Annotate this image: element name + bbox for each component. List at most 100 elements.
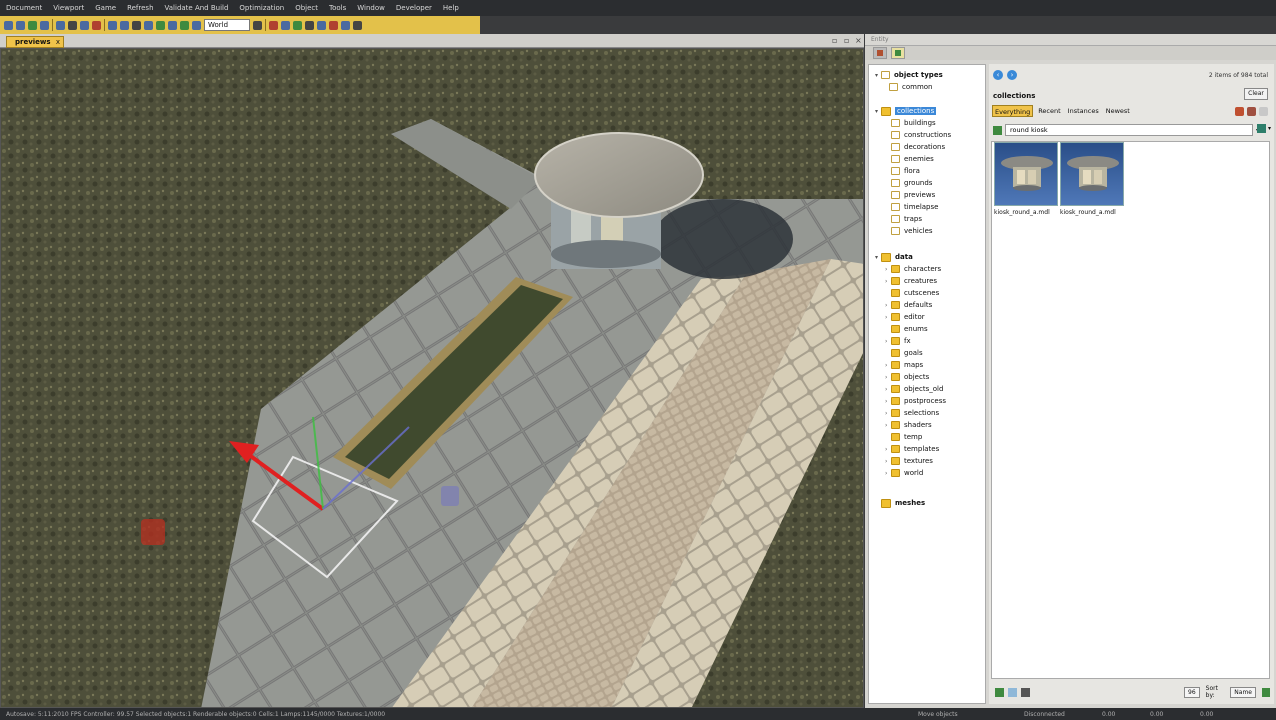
tree-view-icon[interactable] [995, 687, 1004, 697]
stop-icon[interactable] [68, 20, 77, 30]
tab-recent[interactable]: Recent [1036, 105, 1062, 117]
menu-object[interactable]: Object [295, 4, 318, 12]
tree-item[interactable]: traps [891, 213, 922, 225]
tree-item[interactable]: goals [885, 347, 923, 359]
tree-item[interactable]: › world [885, 467, 923, 479]
tree-item[interactable]: previews [891, 189, 935, 201]
select-icon[interactable] [132, 20, 141, 30]
gear-icon[interactable] [341, 20, 350, 30]
list-view-icon[interactable] [1021, 687, 1030, 697]
tab-browser[interactable] [891, 47, 905, 59]
tree-item[interactable]: › maps [885, 359, 923, 371]
tree-item[interactable]: › creatures [885, 275, 937, 287]
redo-icon[interactable] [120, 20, 129, 30]
forward-icon[interactable]: › [1007, 70, 1017, 80]
status-value: 0.00 [1150, 711, 1164, 718]
tree-item[interactable]: › fx [885, 335, 911, 347]
tree-object-types[interactable]: ▾ object types [875, 69, 943, 81]
tree-item[interactable]: buildings [891, 117, 936, 129]
minimize-icon[interactable]: ▫ [832, 36, 837, 45]
tree-item[interactable]: › selections [885, 407, 939, 419]
save-icon[interactable] [28, 20, 37, 30]
grid-icon[interactable] [192, 20, 201, 30]
new-icon[interactable] [4, 20, 13, 30]
refresh-icon[interactable] [80, 20, 89, 30]
tree-item[interactable]: timelapse [891, 201, 938, 213]
tree-data[interactable]: ▾ data [875, 251, 913, 263]
tree-item[interactable]: grounds [891, 177, 932, 189]
menu-developer[interactable]: Developer [396, 4, 432, 12]
rotate-icon[interactable] [156, 20, 165, 30]
sort-select[interactable]: Name [1230, 686, 1256, 698]
tree-item[interactable]: › textures [885, 455, 933, 467]
move-icon[interactable] [144, 20, 153, 30]
menu-tools[interactable]: Tools [329, 4, 346, 12]
back-icon[interactable]: ‹ [993, 70, 1003, 80]
help-icon[interactable] [353, 20, 362, 30]
tree-item[interactable]: › templates [885, 443, 939, 455]
clear-button[interactable]: Clear [1244, 88, 1268, 100]
tree-item[interactable]: › editor [885, 311, 925, 323]
restore-icon[interactable]: ▫ [844, 36, 849, 45]
light-icon[interactable] [317, 20, 326, 30]
thumbnail-view-icon[interactable] [1008, 687, 1017, 697]
tree-item[interactable]: › objects [885, 371, 929, 383]
filter-icon[interactable] [1256, 124, 1266, 133]
tree-item[interactable]: cutscenes [885, 287, 939, 299]
3d-viewport[interactable] [0, 48, 864, 708]
refresh-icon[interactable] [1261, 687, 1270, 697]
menu-refresh[interactable]: Refresh [127, 4, 153, 12]
tree-item[interactable]: › defaults [885, 299, 932, 311]
save-all-icon[interactable] [40, 20, 49, 30]
search-input[interactable] [1005, 124, 1253, 136]
tree-item[interactable]: enums [885, 323, 928, 335]
open-icon[interactable] [16, 20, 25, 30]
tree-item[interactable]: enemies [891, 153, 934, 165]
menu-viewport[interactable]: Viewport [53, 4, 84, 12]
tab-entities[interactable] [873, 47, 887, 59]
tree-collections[interactable]: ▾ collections [875, 105, 937, 117]
settings-icon[interactable] [1259, 107, 1268, 116]
tab-newest[interactable]: Newest [1104, 105, 1132, 117]
tree-item[interactable]: decorations [891, 141, 945, 153]
camera-icon[interactable] [329, 20, 338, 30]
tab-previews[interactable]: previews x [6, 36, 64, 48]
menu-window[interactable]: Window [357, 4, 385, 12]
paint-icon[interactable] [281, 20, 290, 30]
menu-help[interactable]: Help [443, 4, 459, 12]
brush-icon[interactable] [269, 20, 278, 30]
scale-icon[interactable] [168, 20, 177, 30]
tree-item[interactable]: vehicles [891, 225, 933, 237]
tree-item[interactable]: › postprocess [885, 395, 946, 407]
tab-everything[interactable]: Everything [992, 105, 1034, 117]
coordinate-space-select[interactable]: World [204, 19, 250, 31]
undo-icon[interactable] [108, 20, 117, 30]
tab-instances[interactable]: Instances [1066, 105, 1101, 117]
tree-common[interactable]: common [889, 81, 933, 93]
asset-tile[interactable]: kiosk_round_a.mdl [994, 142, 1058, 216]
add-filter-icon[interactable] [1235, 107, 1244, 116]
tree-item[interactable]: › shaders [885, 419, 932, 431]
tree-meshes[interactable]: meshes [881, 497, 925, 509]
menu-optimization[interactable]: Optimization [239, 4, 284, 12]
tree-item[interactable]: temp [885, 431, 922, 443]
dropdown-icon[interactable] [253, 20, 262, 30]
menu-validate-and-build[interactable]: Validate And Build [165, 4, 229, 12]
filter-dropdown-icon[interactable]: ▾ [1268, 125, 1271, 132]
tree-item[interactable]: › objects_old [885, 383, 943, 395]
tree-item[interactable]: constructions [891, 129, 951, 141]
terrain-icon[interactable] [293, 20, 302, 30]
close-icon[interactable]: x [56, 37, 60, 47]
tree-item[interactable]: › characters [885, 263, 941, 275]
snap-icon[interactable] [180, 20, 189, 30]
record-icon[interactable] [92, 20, 101, 30]
pencil-icon[interactable] [305, 20, 314, 30]
menu-document[interactable]: Document [6, 4, 42, 12]
close-doc-icon[interactable]: × [855, 36, 862, 45]
thumbnail-size-select[interactable]: 96 [1184, 686, 1200, 698]
tree-item[interactable]: flora [891, 165, 920, 177]
menu-game[interactable]: Game [95, 4, 116, 12]
play-icon[interactable] [56, 20, 65, 30]
asset-tile[interactable]: kiosk_round_a.mdl [1060, 142, 1124, 216]
user-icon[interactable] [1247, 107, 1256, 116]
